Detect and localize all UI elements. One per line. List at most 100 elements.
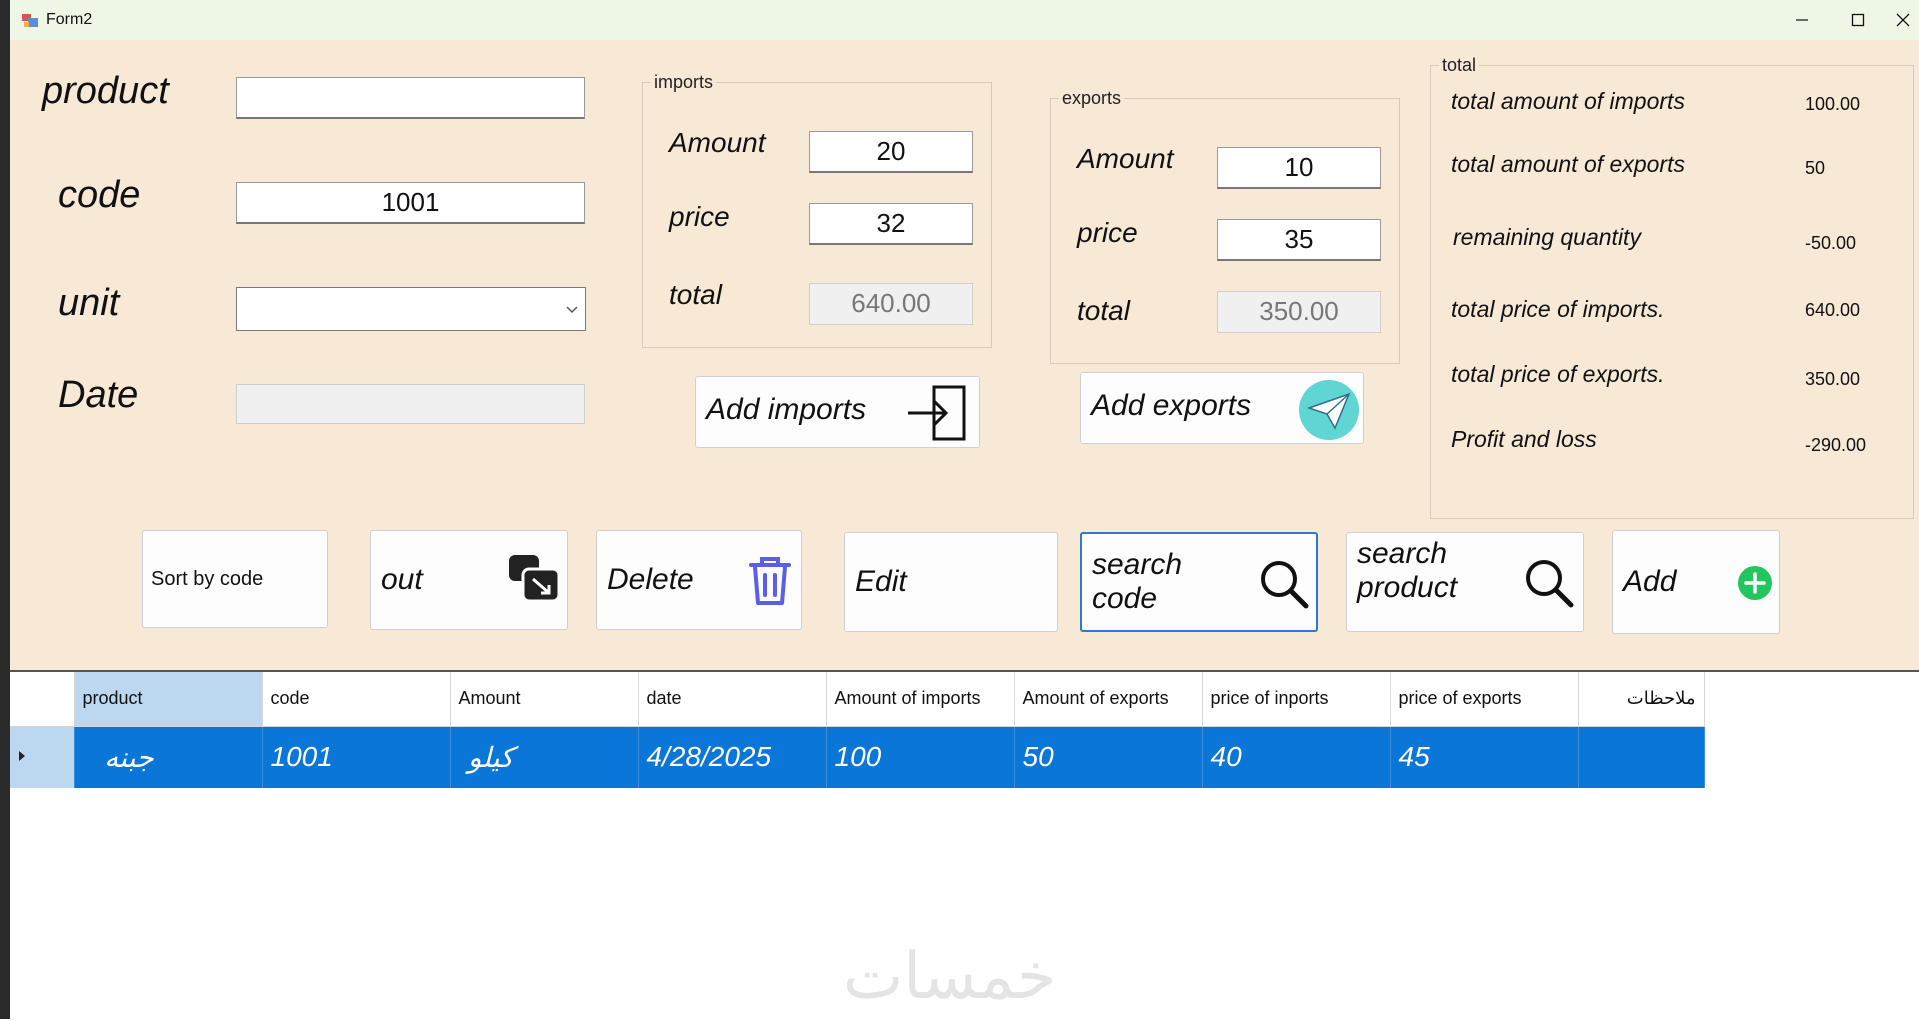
code-input[interactable]: 1001 — [236, 182, 585, 224]
imports-price-input[interactable]: 32 — [809, 203, 973, 245]
close-button[interactable] — [1886, 0, 1919, 40]
total-amount-exports-value: 50 — [1805, 158, 1826, 178]
delete-button[interactable]: Delete — [596, 530, 802, 630]
date-input[interactable] — [236, 384, 585, 424]
total-price-exports-label: total price of exports. — [1451, 361, 1665, 387]
add-exports-label: Add exports — [1091, 389, 1252, 422]
sign-in-icon — [908, 385, 966, 441]
maximize-icon — [1851, 13, 1865, 27]
cell-amount[interactable]: كيلو — [450, 726, 639, 788]
search-code-label: search code — [1092, 548, 1182, 616]
column-header-price-exports[interactable]: price of exports — [1390, 672, 1579, 727]
exports-price-input[interactable]: 35 — [1217, 219, 1381, 261]
exports-amount-label: Amount — [1077, 143, 1174, 174]
search-code-line2: code — [1092, 582, 1158, 615]
exports-price-label: price — [1077, 217, 1138, 248]
search-icon — [1526, 560, 1574, 608]
table-row[interactable]: جبنه 1001 كيلو 4/28/2025 100 50 40 45 — [10, 726, 1705, 788]
add-imports-label: Add imports — [706, 393, 867, 426]
column-header-product[interactable]: product — [74, 672, 263, 727]
form-body: product code 1001 unit Date imports Amou… — [10, 40, 1919, 670]
remaining-quantity-value: -50.00 — [1805, 233, 1857, 253]
table-header-row: product code Amount date Amount of impor… — [10, 672, 1705, 727]
column-header-amount-imports[interactable]: Amount of imports — [826, 672, 1015, 727]
cell-product[interactable]: جبنه — [74, 726, 263, 788]
column-header-amount[interactable]: Amount — [450, 672, 639, 727]
total-price-exports-value: 350.00 — [1805, 369, 1861, 389]
chevron-down-icon — [566, 306, 578, 314]
cell-notes[interactable] — [1578, 726, 1705, 788]
delete-label: Delete — [607, 563, 694, 596]
product-input[interactable] — [236, 77, 585, 119]
exports-total-label: total — [1077, 295, 1130, 326]
date-label: Date — [58, 374, 139, 416]
total-amount-imports-value: 100.00 — [1805, 94, 1861, 114]
add-exports-button[interactable]: Add exports — [1080, 372, 1364, 444]
paper-plane-icon — [1299, 380, 1359, 440]
product-label: product — [42, 70, 169, 112]
edit-button[interactable]: Edit — [844, 532, 1058, 632]
watermark-logo: خمسات — [843, 940, 1057, 1014]
search-code-line1: search — [1092, 548, 1183, 581]
column-header-date[interactable]: date — [638, 672, 827, 727]
trash-icon — [749, 557, 791, 605]
imports-group: imports Amount 20 price 32 total 640.00 — [642, 72, 992, 348]
total-amount-imports-label: total amount of imports — [1451, 88, 1685, 114]
out-label: out — [381, 563, 423, 596]
cell-price-imports[interactable]: 40 — [1202, 726, 1391, 788]
totals-legend: total — [1439, 55, 1480, 76]
profit-loss-value: -290.00 — [1805, 435, 1867, 455]
app-icon — [22, 14, 38, 27]
imports-total-output[interactable]: 640.00 — [809, 283, 973, 325]
total-price-imports-label: total price of imports. — [1451, 296, 1665, 322]
sort-by-code-label: Sort by code — [151, 568, 264, 590]
imports-amount-input[interactable]: 20 — [809, 131, 973, 173]
column-header-price-imports[interactable]: price of inports — [1202, 672, 1391, 727]
cell-price-exports[interactable]: 45 — [1390, 726, 1579, 788]
exports-amount-input[interactable]: 10 — [1217, 147, 1381, 189]
imports-total-label: total — [669, 279, 722, 310]
background-window-edge — [0, 0, 10, 1019]
search-product-label: search product — [1357, 537, 1457, 605]
search-product-line1: search — [1357, 537, 1448, 570]
add-button[interactable]: Add — [1612, 530, 1780, 634]
out-button[interactable]: out — [370, 530, 568, 630]
exports-total-output[interactable]: 350.00 — [1217, 291, 1381, 333]
close-icon — [1896, 13, 1909, 27]
maximize-button[interactable] — [1830, 0, 1886, 40]
remaining-quantity-label: remaining quantity — [1453, 224, 1641, 250]
totals-group: total total amount of imports 100.00 tot… — [1430, 55, 1914, 519]
column-header-notes[interactable]: ملاحظات — [1578, 672, 1705, 727]
row-pointer-icon — [19, 750, 25, 761]
search-code-button[interactable]: search code — [1080, 532, 1318, 632]
add-label: Add — [1623, 565, 1677, 598]
sort-by-code-button[interactable]: Sort by code — [142, 530, 328, 628]
exports-legend: exports — [1059, 88, 1125, 109]
column-header-code[interactable]: code — [262, 672, 451, 727]
minimize-button[interactable] — [1774, 0, 1830, 40]
code-label: code — [58, 174, 141, 216]
add-imports-button[interactable]: Add imports — [695, 376, 980, 448]
imports-price-label: price — [669, 201, 730, 232]
imports-legend: imports — [651, 72, 717, 93]
row-selector[interactable] — [10, 726, 75, 788]
profit-loss-label: Profit and loss — [1451, 426, 1597, 452]
exports-group: exports Amount 10 price 35 total 350.00 — [1050, 88, 1400, 364]
minimize-icon — [1796, 19, 1808, 21]
window-title: Form2 — [46, 11, 93, 28]
search-product-line2: product — [1357, 571, 1458, 604]
export-icon — [509, 555, 561, 603]
title-bar: Form2 — [10, 0, 1919, 40]
cell-amount-imports[interactable]: 100 — [826, 726, 1015, 788]
unit-dropdown[interactable] — [236, 287, 586, 331]
cell-amount-exports[interactable]: 50 — [1014, 726, 1203, 788]
cell-code[interactable]: 1001 — [262, 726, 451, 788]
search-product-button[interactable]: search product — [1346, 532, 1584, 632]
plus-circle-icon — [1738, 566, 1772, 600]
column-header-amount-exports[interactable]: Amount of exports — [1014, 672, 1203, 727]
unit-label: unit — [58, 282, 120, 324]
cell-date[interactable]: 4/28/2025 — [638, 726, 827, 788]
row-header-corner — [10, 672, 75, 727]
edit-label: Edit — [855, 565, 907, 598]
search-icon — [1261, 561, 1309, 609]
